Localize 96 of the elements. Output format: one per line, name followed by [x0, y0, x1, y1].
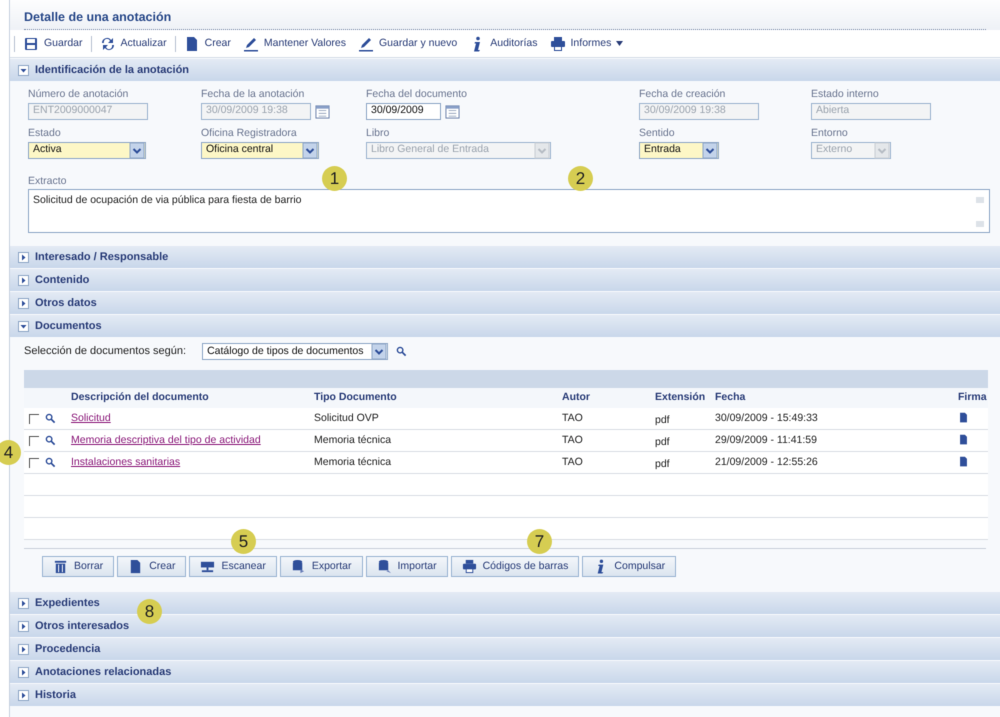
- field-label: Extracto: [28, 174, 67, 188]
- toolbar-button[interactable]: Escanear: [189, 556, 277, 577]
- table-cell-text: TAO: [562, 432, 584, 448]
- select-field[interactable]: Entrada: [639, 142, 719, 158]
- search-icon[interactable]: [45, 457, 56, 468]
- expand-icon[interactable]: [18, 644, 29, 654]
- section-header[interactable]: Anotaciones relacionadas: [10, 661, 1000, 683]
- table-cell-text: pdf: [655, 457, 671, 472]
- field-label: Libro: [366, 126, 390, 141]
- input-field[interactable]: 30/09/2009: [366, 102, 441, 120]
- document-icon[interactable]: [958, 412, 969, 424]
- expand-icon[interactable]: [18, 666, 29, 678]
- expand-icon[interactable]: [18, 274, 29, 286]
- toolbar-button[interactable]: Códigos de barras: [450, 556, 580, 577]
- text-area[interactable]: Solicitud de ocupación de via pública para fiesta de barrio: [28, 189, 990, 234]
- toolbar-button[interactable]: Auditorías: [465, 36, 542, 52]
- table-cell-text: 21/09/2009 - 12:55:26: [715, 454, 819, 470]
- pen-icon: [358, 36, 374, 52]
- pen-icon: [242, 36, 259, 52]
- table-cell-text: Memoria técnica: [314, 454, 392, 470]
- table-cell-text: TAO: [562, 454, 584, 470]
- section-header[interactable]: Historia: [10, 684, 1000, 706]
- section-header[interactable]: Documentos: [10, 315, 1000, 337]
- field-label: Fecha de la anotación: [201, 87, 306, 102]
- trash-icon: [53, 559, 68, 574]
- table-cell-text: Solicitud OVP: [314, 410, 380, 426]
- table-cell-text: pdf: [655, 413, 671, 428]
- toolbar-button[interactable]: Mantener Valores: [238, 36, 350, 52]
- search-icon[interactable]: [45, 435, 56, 446]
- section-header[interactable]: Interesado / Responsable: [10, 246, 1000, 268]
- section-header[interactable]: Otros datos: [10, 292, 1000, 314]
- database-icon: [376, 559, 392, 574]
- search-icon[interactable]: [396, 346, 408, 357]
- save-icon: [23, 36, 39, 52]
- table-cell-text: 29/09/2009 - 11:41:59: [715, 432, 818, 448]
- collapse-icon[interactable]: [18, 320, 29, 332]
- column-header: Firma: [958, 390, 988, 406]
- field-label: Número de anotación: [28, 87, 130, 102]
- section-header[interactable]: Procedencia: [10, 638, 1000, 660]
- collapse-icon[interactable]: [18, 64, 29, 76]
- table-cell-text: 30/09/2009 - 15:49:33: [715, 410, 819, 426]
- expand-icon[interactable]: [18, 690, 29, 700]
- callout-number: 4: [0, 440, 21, 465]
- toolbar-button[interactable]: Compulsar: [582, 556, 676, 577]
- section-header[interactable]: Contenido: [10, 269, 1000, 291]
- section-header[interactable]: Identificación de la anotación: [10, 59, 1000, 81]
- table-cell-text: Memoria técnica: [314, 432, 392, 448]
- document-icon[interactable]: [958, 434, 969, 446]
- search-icon[interactable]: [45, 413, 56, 424]
- expand-icon[interactable]: [18, 620, 29, 632]
- field-label: Oficina Registradora: [201, 126, 298, 141]
- calendar-icon: [315, 104, 330, 119]
- printer-icon: [462, 559, 477, 574]
- expand-icon[interactable]: [18, 598, 29, 608]
- field-label: Estado: [28, 126, 62, 141]
- column-header: Extensión: [655, 390, 706, 406]
- toolbar-button[interactable]: Guardar y nuevo: [354, 36, 462, 52]
- document-icon[interactable]: [958, 456, 969, 468]
- toolbar-button[interactable]: Crear: [180, 36, 235, 52]
- toolbar-button[interactable]: Exportar: [280, 556, 362, 577]
- field-label: Estado interno: [811, 87, 880, 102]
- scanner-icon: [200, 559, 216, 574]
- select-field[interactable]: Activa: [28, 142, 146, 158]
- toolbar-button[interactable]: Importar: [366, 556, 448, 577]
- calendar-icon: [445, 104, 460, 119]
- field-label: Entorno: [811, 126, 849, 141]
- table-cell-text: TAO: [562, 410, 584, 426]
- document-link[interactable]: Instalaciones sanitarias: [71, 456, 180, 468]
- caret-icon: [616, 41, 624, 46]
- expand-icon[interactable]: [18, 298, 29, 308]
- select-field[interactable]: Oficina central: [201, 142, 319, 158]
- field-label: Fecha de creación: [639, 87, 726, 102]
- database-icon: [290, 559, 306, 574]
- column-header: Fecha: [715, 390, 746, 406]
- refresh-icon: [100, 36, 116, 52]
- field-label: Sentido: [639, 126, 676, 141]
- document-link[interactable]: Solicitud: [71, 412, 111, 424]
- toolbar-button[interactable]: Crear: [117, 556, 186, 577]
- filter-label: Selección de documentos según:: [24, 344, 186, 360]
- toolbar-button[interactable]: Borrar: [42, 556, 114, 577]
- select-field[interactable]: Catálogo de tipos de documentos: [202, 343, 388, 360]
- toolbar-button[interactable]: Actualizar: [96, 36, 171, 52]
- column-header: Autor: [562, 390, 591, 406]
- document-link[interactable]: Memoria descriptiva del tipo de actividad: [71, 434, 261, 446]
- toolbar-button[interactable]: Informes: [546, 36, 628, 52]
- window-title: Detalle de una anotación: [24, 10, 172, 24]
- checkbox[interactable]: [29, 414, 39, 424]
- table-cell-text: pdf: [655, 435, 671, 450]
- column-header: Tipo Documento: [314, 390, 398, 406]
- checkbox[interactable]: [29, 458, 39, 468]
- toolbar-button[interactable]: Guardar: [19, 36, 87, 52]
- expand-icon[interactable]: [18, 252, 29, 262]
- checkbox[interactable]: [29, 436, 39, 446]
- column-header: Descripción del documento: [71, 390, 210, 406]
- printer-icon: [550, 36, 566, 52]
- field-label: Fecha del documento: [366, 87, 468, 102]
